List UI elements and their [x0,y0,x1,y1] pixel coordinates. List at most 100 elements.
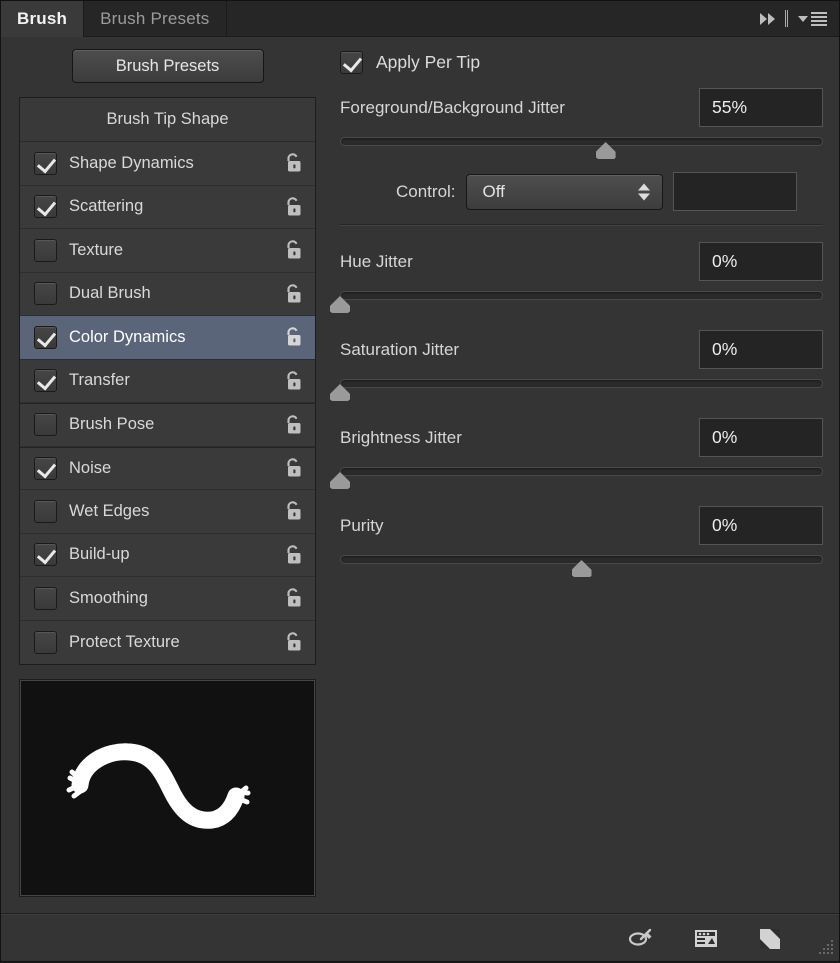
color-dynamics-options: Apply Per Tip Foreground/Background Jitt… [326,37,839,913]
list-item[interactable]: Transfer [20,360,315,404]
unlocked-padlock-icon[interactable] [283,282,305,306]
apply-per-tip-row[interactable]: Apply Per Tip [340,51,823,74]
fg-bg-jitter-slider[interactable] [340,134,823,160]
list-item-label: Dual Brush [69,284,283,303]
list-item-label: Brush Pose [69,415,283,434]
control-extra-value[interactable] [673,172,797,211]
brush-presets-button-label: Brush Presets [116,57,220,76]
checkbox-texture[interactable] [34,239,57,262]
brush-options-sidebar: Brush Presets Brush Tip Shape Shape Dyna… [1,37,326,913]
brush-tip-shape-header[interactable]: Brush Tip Shape [20,98,315,142]
list-item[interactable]: Shape Dynamics [20,142,315,186]
panel-footer [1,913,839,961]
list-item-label: Color Dynamics [69,328,283,347]
control-label: Control: [396,182,456,202]
list-item[interactable]: Brush Pose [20,403,315,447]
brush-presets-grid-icon[interactable] [691,923,721,953]
control-row: Control: Off [340,172,823,211]
panel-grip-icon [785,10,788,27]
brush-stroke-preview [19,679,316,897]
tab-brush[interactable]: Brush [1,1,84,36]
checkbox-scattering[interactable] [34,195,57,218]
panel-menu-icon[interactable] [798,12,827,26]
unlocked-padlock-icon[interactable] [283,369,305,393]
saturation-jitter-value[interactable]: 0% [699,330,823,369]
checkbox-build-up[interactable] [34,543,57,566]
checkbox-dual-brush[interactable] [34,282,57,305]
list-item-label: Shape Dynamics [69,154,283,173]
unlocked-padlock-icon[interactable] [283,543,305,567]
unlocked-padlock-icon[interactable] [283,413,305,437]
hue-jitter-label: Hue Jitter [340,252,699,272]
unlocked-padlock-icon[interactable] [283,586,305,610]
list-item[interactable]: Smoothing [20,577,315,621]
list-item-label: Smoothing [69,589,283,608]
unlocked-padlock-icon[interactable] [283,325,305,349]
tab-bar-spacer [227,1,757,36]
section-divider [340,224,823,226]
checkbox-smoothing[interactable] [34,587,57,610]
unlocked-padlock-icon[interactable] [283,195,305,219]
hue-jitter-value[interactable]: 0% [699,242,823,281]
purity-value[interactable]: 0% [699,506,823,545]
unlocked-padlock-icon[interactable] [283,456,305,480]
checkbox-transfer[interactable] [34,369,57,392]
control-select[interactable]: Off [466,174,663,210]
list-item[interactable]: Color Dynamics [20,316,315,360]
stepper-arrows-icon[interactable] [638,183,650,200]
list-item[interactable]: Texture [20,229,315,273]
brush-panel: Brush Brush Presets Brush Presets [0,0,840,962]
double-chevron-right-icon[interactable] [760,13,775,25]
saturation-jitter-slider[interactable] [340,376,823,402]
fg-bg-jitter-row: Foreground/Background Jitter 55% [340,88,823,127]
list-item[interactable]: Noise [20,447,315,491]
slider-track [340,379,823,388]
slider-track [340,467,823,476]
panel-tab-bar: Brush Brush Presets [1,1,839,37]
brush-presets-button[interactable]: Brush Presets [72,49,264,83]
purity-group: Purity 0% [340,506,823,578]
fg-bg-jitter-value[interactable]: 55% [699,88,823,127]
brush-options-list: Brush Tip Shape Shape Dynamics [19,97,316,665]
list-item-label: Wet Edges [69,502,283,521]
brightness-jitter-label: Brightness Jitter [340,428,699,448]
new-brush-preset-icon[interactable] [755,923,785,953]
panel-body: Brush Presets Brush Tip Shape Shape Dyna… [1,37,839,913]
brightness-jitter-row: Brightness Jitter 0% [340,418,823,457]
list-item-label: Transfer [69,371,283,390]
unlocked-padlock-icon[interactable] [283,499,305,523]
unlocked-padlock-icon[interactable] [283,151,305,175]
list-item[interactable]: Wet Edges [20,490,315,534]
slider-track [340,291,823,300]
apply-per-tip-label: Apply Per Tip [376,52,480,73]
brightness-jitter-slider[interactable] [340,464,823,490]
toggle-brush-preview-icon[interactable] [627,923,657,953]
control-select-value: Off [483,182,505,202]
brightness-jitter-group: Brightness Jitter 0% [340,418,823,490]
list-item[interactable]: Scattering [20,186,315,230]
checkbox-protect-texture[interactable] [34,631,57,654]
tab-brush-presets[interactable]: Brush Presets [84,1,226,36]
hue-jitter-slider[interactable] [340,288,823,314]
purity-label: Purity [340,516,699,536]
checkbox-apply-per-tip[interactable] [340,51,363,74]
hue-jitter-row: Hue Jitter 0% [340,242,823,281]
fg-bg-jitter-label: Foreground/Background Jitter [340,98,699,118]
purity-row: Purity 0% [340,506,823,545]
unlocked-padlock-icon[interactable] [283,630,305,654]
unlocked-padlock-icon[interactable] [283,238,305,262]
checkbox-brush-pose[interactable] [34,413,57,436]
checkbox-wet-edges[interactable] [34,500,57,523]
brightness-jitter-value[interactable]: 0% [699,418,823,457]
checkbox-noise[interactable] [34,457,57,480]
purity-slider[interactable] [340,552,823,578]
list-item[interactable]: Dual Brush [20,273,315,317]
list-item[interactable]: Build-up [20,534,315,578]
saturation-jitter-group: Saturation Jitter 0% [340,330,823,402]
list-item-label: Scattering [69,197,283,216]
hue-jitter-group: Hue Jitter 0% [340,242,823,314]
list-item[interactable]: Protect Texture [20,621,315,665]
checkbox-shape-dynamics[interactable] [34,152,57,175]
resize-grip-icon[interactable] [813,936,835,958]
checkbox-color-dynamics[interactable] [34,326,57,349]
